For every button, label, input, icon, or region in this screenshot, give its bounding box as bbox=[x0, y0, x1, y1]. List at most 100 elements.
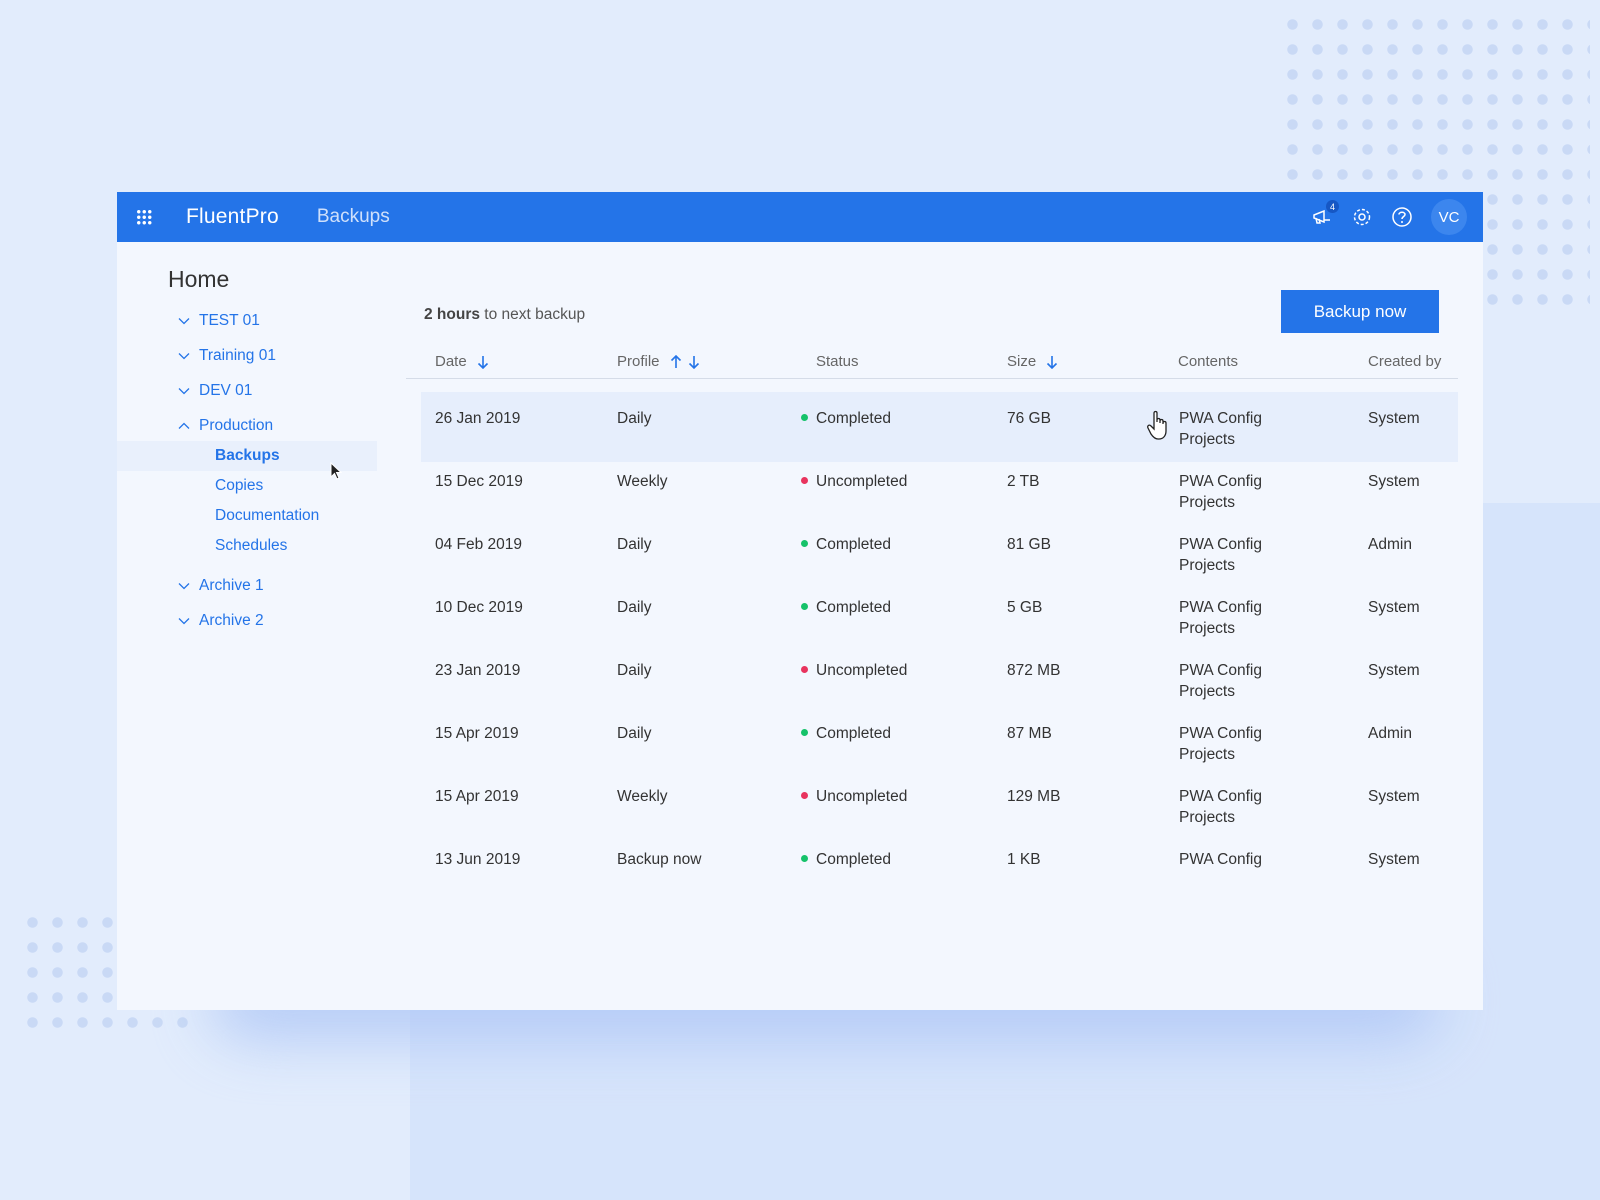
cell-date: 15 Apr 2019 bbox=[435, 786, 519, 807]
sidebar-item-label: Archive 2 bbox=[199, 612, 264, 629]
cell-profile-text: Daily bbox=[617, 536, 652, 553]
table-row[interactable]: 04 Feb 2019 Daily Completed 81 GB PWA Config… bbox=[421, 518, 1458, 588]
chevron-down-icon bbox=[178, 388, 190, 395]
avatar[interactable]: VC bbox=[1431, 199, 1467, 235]
table-row[interactable]: 26 Jan 2019 Daily Completed 76 GB PWA Config… bbox=[421, 392, 1458, 462]
next-backup-text: 2 hours to next backup bbox=[424, 306, 585, 324]
cell-status: Completed bbox=[801, 849, 891, 870]
sidebar-item-production[interactable]: Production bbox=[117, 411, 377, 441]
sidebar-item-test-01[interactable]: TEST 01 bbox=[117, 306, 377, 336]
column-header-label: Size bbox=[1007, 353, 1037, 370]
backup-now-button[interactable]: Backup now bbox=[1281, 290, 1439, 333]
cell-date-text: 10 Dec 2019 bbox=[435, 599, 523, 616]
cell-created-by: System bbox=[1368, 597, 1420, 618]
brand-logo[interactable]: FluentPro bbox=[186, 205, 279, 229]
cell-profile: Backup now bbox=[617, 849, 701, 870]
sidebar-item-archive-1[interactable]: Archive 1 bbox=[117, 571, 377, 601]
cell-status-text: Uncompleted bbox=[816, 788, 908, 805]
sidebar-item-label: TEST 01 bbox=[199, 312, 260, 329]
cell-size-text: 872 MB bbox=[1007, 662, 1061, 679]
megaphone-icon[interactable]: 4 bbox=[1311, 200, 1339, 228]
table-row[interactable]: 15 Apr 2019 Daily Completed 87 MB PWA Config… bbox=[421, 707, 1458, 777]
cell-size: 2 TB bbox=[1007, 471, 1039, 492]
section-title: Backups bbox=[316, 206, 390, 227]
cell-status-text: Uncompleted bbox=[816, 473, 908, 490]
sidebar-home[interactable]: Home bbox=[168, 266, 229, 293]
status-dot-icon bbox=[801, 855, 808, 863]
column-header-label: Date bbox=[435, 353, 467, 370]
cell-status: Completed bbox=[801, 408, 891, 429]
cell-created-by-text: System bbox=[1368, 662, 1420, 679]
sidebar-item-label: Documentation bbox=[215, 507, 320, 524]
sidebar-item-dev-01[interactable]: DEV 01 bbox=[117, 376, 377, 406]
column-header-contents[interactable]: Contents bbox=[1178, 353, 1238, 370]
cell-created-by: System bbox=[1368, 408, 1420, 429]
cell-profile: Daily bbox=[617, 597, 651, 618]
status-dot-icon bbox=[801, 477, 808, 485]
cell-contents-text: PWA Config Projects bbox=[1179, 536, 1262, 574]
arrow-up-icon[interactable] bbox=[670, 354, 682, 369]
cell-contents: PWA Config Projects bbox=[1179, 471, 1289, 513]
cell-profile-text: Weekly bbox=[617, 473, 668, 490]
cell-created-by: Admin bbox=[1368, 723, 1412, 744]
help-icon[interactable] bbox=[1391, 206, 1413, 228]
sidebar-item-label: DEV 01 bbox=[199, 382, 253, 399]
status-dot-icon bbox=[801, 729, 808, 737]
cell-profile: Daily bbox=[617, 408, 651, 429]
app-window: FluentPro Backups 4 VC Home TEST 01 Trai… bbox=[117, 192, 1483, 1010]
cell-profile: Daily bbox=[617, 534, 651, 555]
column-header-profile[interactable]: Profile bbox=[617, 353, 700, 370]
column-header-size[interactable]: Size bbox=[1007, 353, 1058, 370]
cell-date-text: 23 Jan 2019 bbox=[435, 662, 521, 679]
cell-profile-text: Weekly bbox=[617, 788, 668, 805]
cell-profile-text: Daily bbox=[617, 662, 652, 679]
column-header-label: Profile bbox=[617, 353, 660, 370]
sidebar-item-label: Archive 1 bbox=[199, 577, 264, 594]
cell-created-by: System bbox=[1368, 471, 1420, 492]
column-header-label: Contents bbox=[1178, 353, 1239, 370]
cell-size: 87 MB bbox=[1007, 723, 1052, 744]
chevron-down-icon bbox=[178, 353, 190, 360]
cell-contents-text: PWA Config bbox=[1179, 851, 1262, 868]
cell-date-text: 15 Apr 2019 bbox=[435, 788, 519, 805]
cell-status: Completed bbox=[801, 597, 891, 618]
table-row[interactable]: 15 Dec 2019 Weekly Uncompleted 2 TB PWA Conf… bbox=[421, 455, 1458, 525]
table-row[interactable]: 15 Apr 2019 Weekly Uncompleted 129 MB PWA Co… bbox=[421, 770, 1458, 840]
cell-created-by-text: Admin bbox=[1368, 725, 1412, 742]
cell-size-text: 1 KB bbox=[1007, 851, 1041, 868]
cell-contents: PWA Config Projects bbox=[1179, 408, 1289, 450]
column-header-date[interactable]: Date bbox=[435, 353, 489, 370]
sidebar: Home TEST 01 Training 01 DEV 01 Producti… bbox=[117, 242, 377, 1010]
cell-size: 129 MB bbox=[1007, 786, 1060, 807]
column-header-label: Status bbox=[816, 353, 859, 370]
cell-size: 5 GB bbox=[1007, 597, 1042, 618]
cell-size: 1 KB bbox=[1007, 849, 1041, 870]
sidebar-subitem-schedules[interactable]: Schedules bbox=[117, 531, 377, 561]
cell-status-text: Uncompleted bbox=[816, 662, 908, 679]
cell-status: Uncompleted bbox=[801, 660, 907, 681]
grid-icon[interactable] bbox=[136, 209, 152, 225]
sidebar-item-archive-2[interactable]: Archive 2 bbox=[117, 606, 377, 636]
sidebar-item-label: Schedules bbox=[215, 537, 288, 554]
arrow-down-icon[interactable] bbox=[688, 355, 700, 369]
arrow-down-icon[interactable] bbox=[1046, 355, 1058, 369]
table-row[interactable]: 23 Jan 2019 Daily Uncompleted 872 MB PWA Con… bbox=[421, 644, 1458, 714]
cell-status: Completed bbox=[801, 534, 891, 555]
mouse-cursor-icon bbox=[330, 462, 343, 480]
sidebar-subitem-documentation[interactable]: Documentation bbox=[117, 501, 377, 531]
cell-date-text: 26 Jan 2019 bbox=[435, 410, 521, 427]
sidebar-item-training-01[interactable]: Training 01 bbox=[117, 341, 377, 371]
status-dot-icon bbox=[801, 792, 808, 800]
column-header-created-by[interactable]: Created by bbox=[1368, 353, 1441, 370]
cell-contents-text: PWA Config Projects bbox=[1179, 473, 1262, 511]
top-bar-actions: 4 VC bbox=[1311, 199, 1467, 235]
next-backup-label: to next backup bbox=[479, 306, 586, 323]
table-row[interactable]: 13 Jun 2019 Backup now Completed 1 KB PWA Co… bbox=[421, 833, 1458, 903]
cell-profile-text: Backup now bbox=[617, 851, 702, 868]
gear-icon[interactable] bbox=[1351, 206, 1373, 228]
arrow-down-icon[interactable] bbox=[477, 355, 489, 369]
cell-date: 23 Jan 2019 bbox=[435, 660, 520, 681]
table-row[interactable]: 10 Dec 2019 Daily Completed 5 GB PWA Config … bbox=[421, 581, 1458, 651]
column-header-status[interactable]: Status bbox=[816, 353, 859, 370]
cell-size-text: 81 GB bbox=[1007, 536, 1051, 553]
